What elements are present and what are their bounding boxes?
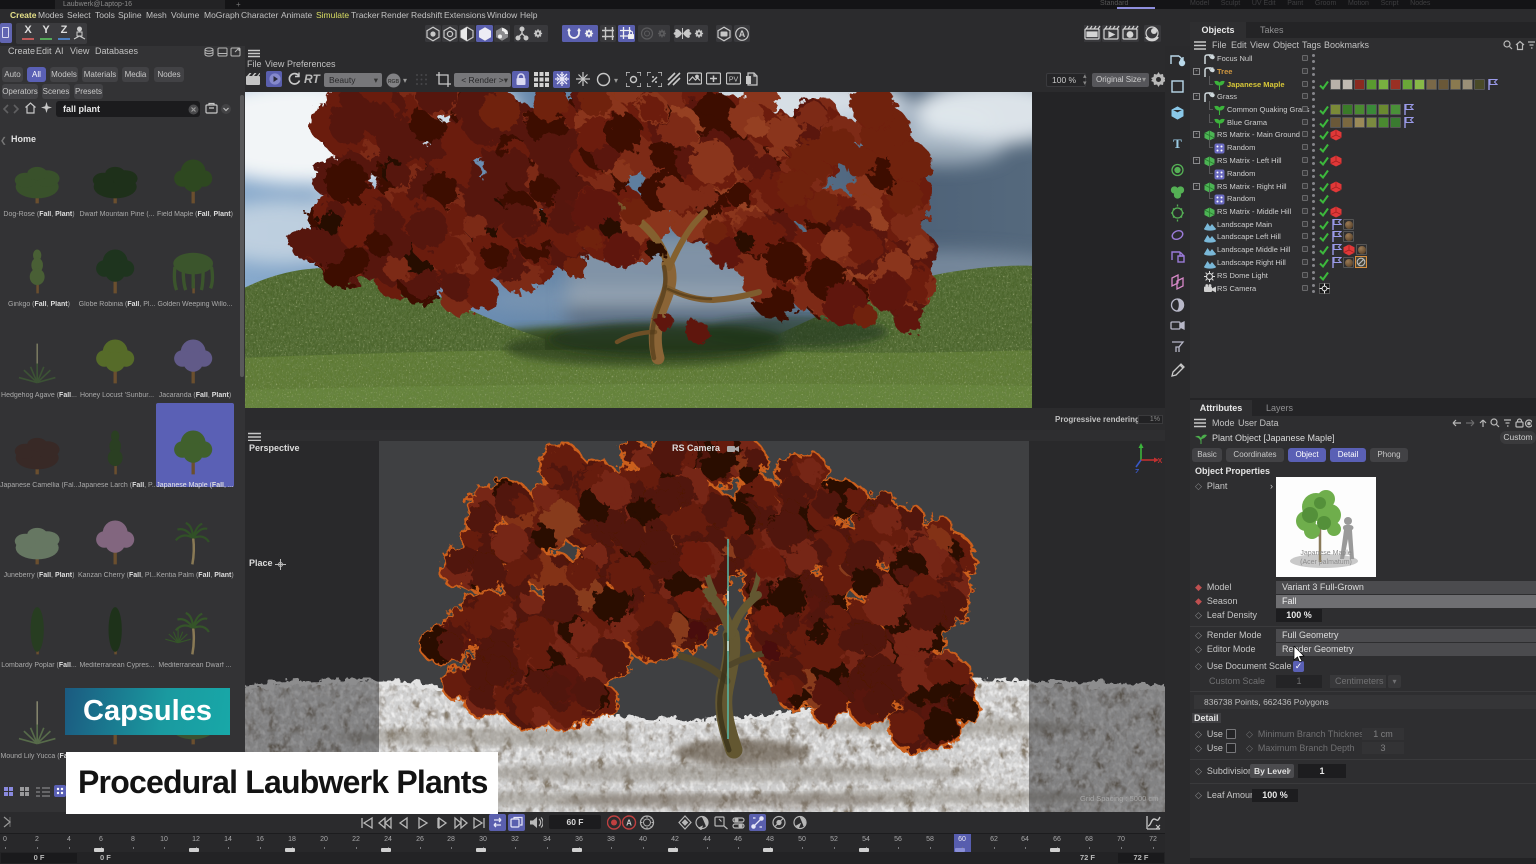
- svg-text:T: T: [1173, 136, 1182, 151]
- svg-text:RGB: RGB: [388, 79, 400, 85]
- svg-text:A: A: [626, 819, 632, 828]
- svg-text:Z: Z: [1135, 469, 1140, 473]
- svg-text:A: A: [739, 29, 746, 39]
- svg-text:PV: PV: [729, 77, 739, 84]
- svg-text:(Acer palmatum): (Acer palmatum): [1300, 559, 1352, 566]
- svg-text:X: X: [1158, 458, 1163, 465]
- svg-text:Japanese Maple: Japanese Maple: [1300, 550, 1351, 557]
